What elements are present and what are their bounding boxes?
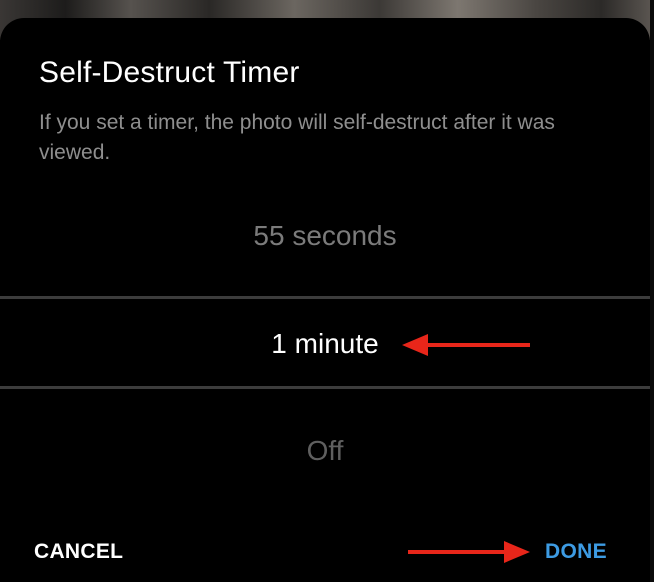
timer-picker[interactable]: 55 seconds 1 minute Off: [0, 190, 650, 500]
cancel-button[interactable]: CANCEL: [34, 540, 123, 564]
screen: Self-Destruct Timer If you set a timer, …: [0, 0, 654, 582]
picker-divider-bottom: [0, 386, 650, 389]
arrow-right-icon: [408, 541, 530, 563]
arrow-left-icon: [402, 334, 530, 356]
dialog-title: Self-Destruct Timer: [39, 56, 300, 89]
picker-option-next[interactable]: Off: [0, 435, 650, 467]
picker-divider-top: [0, 296, 650, 299]
self-destruct-dialog: Self-Destruct Timer If you set a timer, …: [0, 18, 650, 582]
done-button[interactable]: DONE: [545, 540, 607, 564]
dialog-description: If you set a timer, the photo will self-…: [39, 111, 555, 164]
picker-option-selected[interactable]: 1 minute: [0, 328, 650, 360]
screen-edge: [650, 0, 654, 582]
picker-option-previous[interactable]: 55 seconds: [0, 220, 650, 252]
